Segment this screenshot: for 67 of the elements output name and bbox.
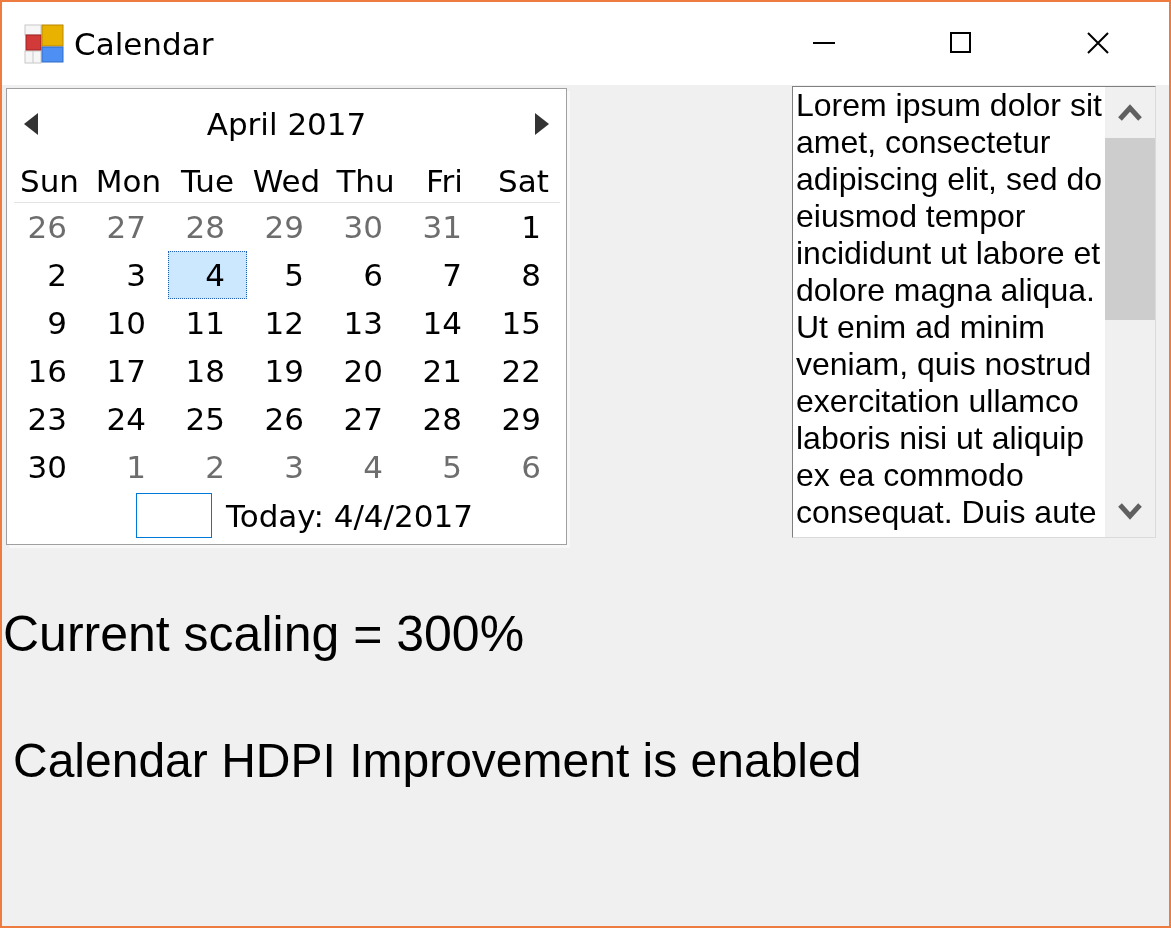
weekday-label: Thu [335, 161, 396, 201]
scrollbar-thumb[interactable] [1105, 138, 1155, 320]
close-icon [1086, 31, 1109, 54]
day-cell[interactable]: 12 [247, 299, 326, 347]
weekday-label: Tue [180, 161, 235, 201]
day-cell[interactable]: 26 [247, 395, 326, 443]
day-cell[interactable]: 30 [10, 443, 89, 491]
month-calendar[interactable]: April 2017 Sun Mon Tue Wed Thu Fri Sat 26 27 28 29 30 31 1 2 3 4 5 6 7 8 9 10 11 12 13 14 15 16 17 18 19 20 21 22 23 24 25 26 27 28 29 30 1 2 3 4 5 6 Today: 4/4/2017 [6, 88, 567, 545]
day-cell[interactable]: 19 [247, 347, 326, 395]
day-cell[interactable]: 3 [247, 443, 326, 491]
day-cell[interactable]: 24 [89, 395, 168, 443]
month-title[interactable]: April 2017 [206, 104, 367, 144]
day-cell[interactable]: 5 [247, 251, 326, 299]
day-cell[interactable]: 2 [168, 443, 247, 491]
weekday-label: Mon [94, 161, 163, 201]
weekday-label: Sun [19, 161, 80, 201]
day-cell[interactable]: 1 [89, 443, 168, 491]
day-cell[interactable]: 27 [89, 203, 168, 251]
weekday-label: Sat [497, 161, 550, 201]
status-label: Calendar HDPI Improvement is enabled [13, 732, 862, 788]
day-cell[interactable]: 31 [405, 203, 484, 251]
day-cell[interactable]: 3 [89, 251, 168, 299]
day-cell[interactable]: 1 [484, 203, 563, 251]
chevron-down-icon [1118, 503, 1142, 520]
squares-icon [24, 23, 64, 64]
day-cell[interactable]: 15 [484, 299, 563, 347]
day-cell[interactable]: 16 [10, 347, 89, 395]
day-cell[interactable]: 6 [484, 443, 563, 491]
day-cell[interactable]: 5 [405, 443, 484, 491]
day-cell[interactable]: 2 [10, 251, 89, 299]
chevron-up-icon [1118, 104, 1142, 121]
today-marker-icon [136, 493, 212, 538]
day-cell[interactable]: 25 [168, 395, 247, 443]
day-cell[interactable]: 23 [10, 395, 89, 443]
day-cell[interactable]: 7 [405, 251, 484, 299]
day-cell[interactable]: 17 [89, 347, 168, 395]
caret-right-icon [535, 113, 549, 135]
maximize-icon [950, 32, 971, 53]
day-cell[interactable]: 13 [326, 299, 405, 347]
day-cell[interactable]: 4 [168, 251, 247, 299]
day-cell[interactable]: 4 [326, 443, 405, 491]
day-cell[interactable]: 20 [326, 347, 405, 395]
day-cell[interactable]: 28 [168, 203, 247, 251]
day-cell[interactable]: 8 [484, 251, 563, 299]
day-cell[interactable]: 9 [10, 299, 89, 347]
window-title: Calendar [74, 25, 214, 62]
day-cell[interactable]: 29 [484, 395, 563, 443]
weekday-label: Fri [425, 161, 464, 201]
vertical-scrollbar[interactable] [1105, 87, 1155, 537]
day-cell[interactable]: 29 [247, 203, 326, 251]
day-cell[interactable]: 14 [405, 299, 484, 347]
day-cell[interactable]: 26 [10, 203, 89, 251]
caret-left-icon [24, 113, 38, 135]
day-cell[interactable]: 11 [168, 299, 247, 347]
minimize-icon [812, 41, 835, 44]
day-cell[interactable]: 6 [326, 251, 405, 299]
day-cell[interactable]: 18 [168, 347, 247, 395]
day-cell[interactable]: 28 [405, 395, 484, 443]
scaling-label: Current scaling = 300% [3, 606, 525, 664]
text-box[interactable]: Lorem ipsum dolor sit amet, consectetur adipiscing elit, sed do eiusmod tempor incididunt ut labore et dolore magna aliqua. Ut enim ad minim veniam, quis nostrud exercitation ullamco laboris nisi ut aliquip ex ea commodo consequat. Duis aute [792, 86, 1156, 538]
day-cell[interactable]: 10 [89, 299, 168, 347]
day-cell[interactable]: 21 [405, 347, 484, 395]
weekday-label: Wed [251, 161, 322, 201]
day-cell[interactable]: 30 [326, 203, 405, 251]
today-link[interactable]: Today: 4/4/2017 [226, 495, 473, 536]
day-cell[interactable]: 22 [484, 347, 563, 395]
day-cell[interactable]: 27 [326, 395, 405, 443]
